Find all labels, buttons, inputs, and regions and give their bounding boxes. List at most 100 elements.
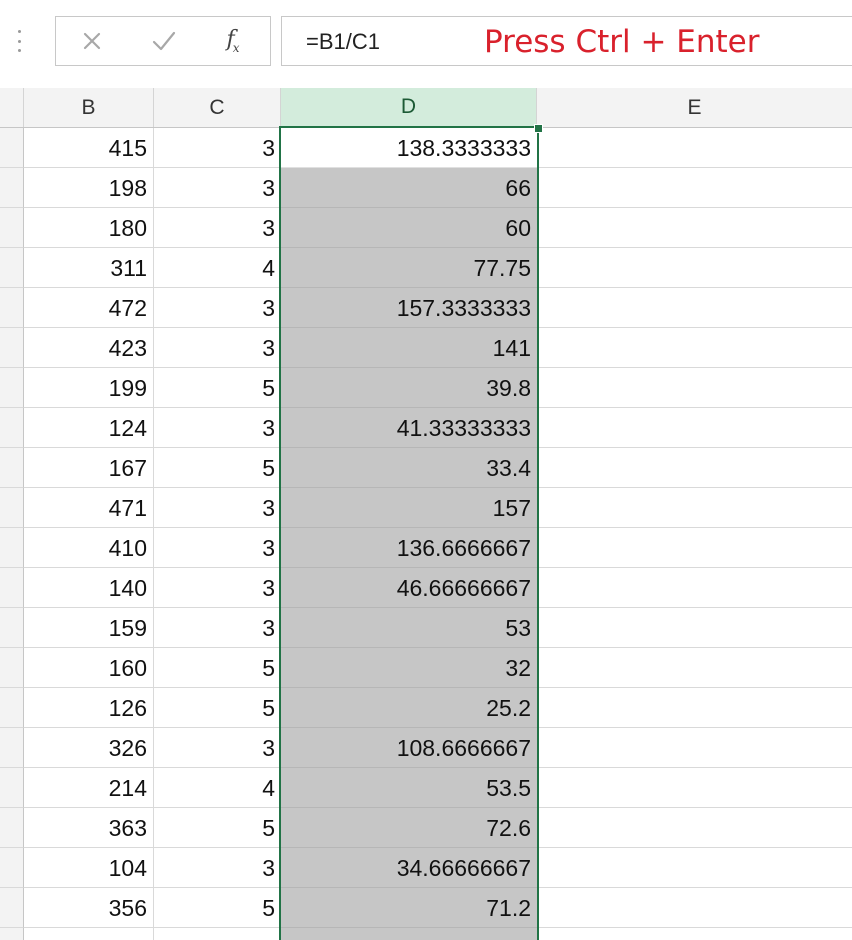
- row-header[interactable]: [0, 128, 24, 168]
- row-header[interactable]: [0, 208, 24, 248]
- selected-cell-d[interactable]: 34.66666667: [281, 848, 537, 888]
- row-header[interactable]: [0, 888, 24, 928]
- cell-b[interactable]: 471: [24, 488, 154, 528]
- cell-e[interactable]: [537, 728, 852, 768]
- selected-cell-d[interactable]: [281, 928, 537, 940]
- cell-e[interactable]: [537, 568, 852, 608]
- row-header[interactable]: [0, 808, 24, 848]
- cell-b[interactable]: 160: [24, 648, 154, 688]
- cell-c[interactable]: 3: [154, 728, 281, 768]
- cell-e[interactable]: [537, 808, 852, 848]
- selected-cell-d[interactable]: 39.8: [281, 368, 537, 408]
- row-header[interactable]: [0, 368, 24, 408]
- column-header-c[interactable]: C: [154, 88, 281, 127]
- cell-c[interactable]: 3: [154, 488, 281, 528]
- cell-b[interactable]: 326: [24, 728, 154, 768]
- active-cell-d[interactable]: 138.3333333: [281, 128, 537, 168]
- cell-c[interactable]: 3: [154, 168, 281, 208]
- grip-handle-icon[interactable]: [18, 30, 22, 52]
- row-header[interactable]: [0, 288, 24, 328]
- cell-b[interactable]: 423: [24, 328, 154, 368]
- row-header[interactable]: [0, 248, 24, 288]
- cell-c[interactable]: 5: [154, 808, 281, 848]
- selected-cell-d[interactable]: 72.6: [281, 808, 537, 848]
- row-header[interactable]: [0, 568, 24, 608]
- row-header[interactable]: [0, 528, 24, 568]
- cell-c[interactable]: 3: [154, 568, 281, 608]
- cell-b[interactable]: 198: [24, 168, 154, 208]
- row-header[interactable]: [0, 448, 24, 488]
- cell-b[interactable]: 363: [24, 808, 154, 848]
- cell-b[interactable]: 140: [24, 568, 154, 608]
- row-header[interactable]: [0, 768, 24, 808]
- cell-e[interactable]: [537, 528, 852, 568]
- cell-e[interactable]: [537, 408, 852, 448]
- cell-b[interactable]: 124: [24, 408, 154, 448]
- cell-c[interactable]: 3: [154, 608, 281, 648]
- fill-handle[interactable]: [534, 124, 543, 133]
- formula-input[interactable]: =B1/C1 Press Ctrl + Enter: [281, 16, 852, 66]
- cell-c[interactable]: 3: [154, 528, 281, 568]
- selected-cell-d[interactable]: 136.6666667: [281, 528, 537, 568]
- selected-cell-d[interactable]: 108.6666667: [281, 728, 537, 768]
- cell-c[interactable]: 3: [154, 848, 281, 888]
- cell-b[interactable]: 415: [24, 128, 154, 168]
- cell-c[interactable]: 3: [154, 208, 281, 248]
- column-header-d[interactable]: D: [281, 88, 537, 128]
- cell-e[interactable]: [537, 368, 852, 408]
- column-header-e[interactable]: E: [537, 88, 852, 127]
- row-header[interactable]: [0, 648, 24, 688]
- selected-cell-d[interactable]: 157: [281, 488, 537, 528]
- cell-e[interactable]: [537, 848, 852, 888]
- cell-b[interactable]: 167: [24, 448, 154, 488]
- selected-cell-d[interactable]: 46.66666667: [281, 568, 537, 608]
- row-header[interactable]: [0, 328, 24, 368]
- cell-e[interactable]: [537, 928, 852, 940]
- cell-c[interactable]: 5: [154, 448, 281, 488]
- cell-c[interactable]: 3: [154, 288, 281, 328]
- cell-e[interactable]: [537, 648, 852, 688]
- cell-e[interactable]: [537, 168, 852, 208]
- cell-e[interactable]: [537, 488, 852, 528]
- row-header[interactable]: [0, 608, 24, 648]
- selected-cell-d[interactable]: 53: [281, 608, 537, 648]
- cell-c[interactable]: 5: [154, 648, 281, 688]
- row-header[interactable]: [0, 168, 24, 208]
- selected-cell-d[interactable]: 141: [281, 328, 537, 368]
- cell-b[interactable]: 356: [24, 888, 154, 928]
- row-header-corner[interactable]: [0, 88, 24, 127]
- cell-e[interactable]: [537, 288, 852, 328]
- column-header-b[interactable]: B: [24, 88, 154, 127]
- cell-e[interactable]: [537, 768, 852, 808]
- cell-b[interactable]: 410: [24, 528, 154, 568]
- selected-cell-d[interactable]: 77.75: [281, 248, 537, 288]
- selected-cell-d[interactable]: 41.33333333: [281, 408, 537, 448]
- row-header[interactable]: [0, 928, 24, 940]
- selected-cell-d[interactable]: 71.2: [281, 888, 537, 928]
- cell-c[interactable]: 5: [154, 368, 281, 408]
- cell-c[interactable]: 3: [154, 328, 281, 368]
- cell-e[interactable]: [537, 248, 852, 288]
- selected-cell-d[interactable]: 66: [281, 168, 537, 208]
- cell-e[interactable]: [537, 608, 852, 648]
- cell-b[interactable]: 311: [24, 248, 154, 288]
- selected-cell-d[interactable]: 60: [281, 208, 537, 248]
- cell-e[interactable]: [537, 208, 852, 248]
- cell-b[interactable]: 104: [24, 848, 154, 888]
- selected-cell-d[interactable]: 157.3333333: [281, 288, 537, 328]
- cell-c[interactable]: 5: [154, 888, 281, 928]
- cell-b[interactable]: 180: [24, 208, 154, 248]
- selected-cell-d[interactable]: 53.5: [281, 768, 537, 808]
- cell-c[interactable]: 3: [154, 408, 281, 448]
- cell-e[interactable]: [537, 688, 852, 728]
- row-header[interactable]: [0, 408, 24, 448]
- row-header[interactable]: [0, 688, 24, 728]
- cancel-button[interactable]: [74, 24, 110, 58]
- insert-function-button[interactable]: fx: [216, 24, 252, 58]
- selected-cell-d[interactable]: 32: [281, 648, 537, 688]
- cell-b[interactable]: 214: [24, 768, 154, 808]
- cell-c[interactable]: 3: [154, 128, 281, 168]
- cell-b[interactable]: [24, 928, 154, 940]
- cell-b[interactable]: 472: [24, 288, 154, 328]
- row-header[interactable]: [0, 488, 24, 528]
